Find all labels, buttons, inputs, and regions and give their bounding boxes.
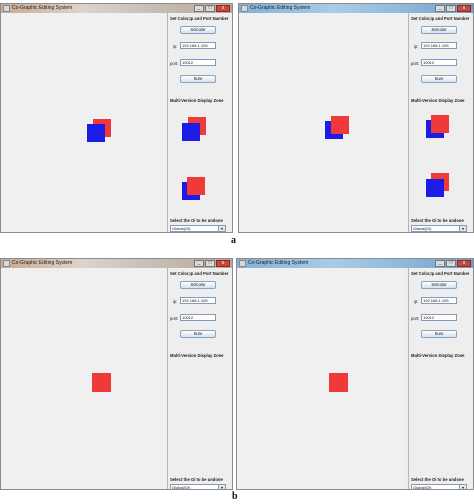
title-bar[interactable]: Co-Graphic Editing System _ □ x <box>1 259 232 268</box>
app-icon <box>241 5 248 12</box>
set-color-ip-port-title: Set Color,Ip and Port Number <box>170 271 229 276</box>
sure-button[interactable]: Sure <box>180 75 216 83</box>
dropdown-arrow-icon[interactable]: ▾ <box>218 226 225 231</box>
window-a-right: Co-Graphic Editing System _ □ x Set Colo… <box>238 3 474 233</box>
window-controls: _ □ x <box>194 260 230 267</box>
close-icon[interactable]: x <box>216 260 230 267</box>
title-bar[interactable]: Co-Graphic Editing System _ □ x <box>1 4 232 13</box>
set-color-ip-port-title: Set Color,Ip and Port Number <box>411 271 470 276</box>
port-label: port: <box>411 61 420 66</box>
multi-version-zone-title: Multi-Version Display Zone <box>170 98 224 103</box>
close-icon[interactable]: x <box>216 5 230 12</box>
maximize-icon[interactable]: □ <box>446 260 456 267</box>
app-icon <box>239 260 246 267</box>
title-bar[interactable]: Co-Graphic Editing System _ □ x <box>237 259 473 268</box>
ip-label: ip: <box>173 299 178 304</box>
window-title: Co-Graphic Editing System <box>12 5 73 11</box>
window-controls: _ □ x <box>435 5 471 12</box>
selcolor-button[interactable]: Selcolor <box>180 26 216 34</box>
select-oi-title: Select the Oi to be undone <box>170 218 223 223</box>
sure-button[interactable]: Sure <box>421 75 457 83</box>
multi-version-zone-title: Multi-Version Display Zone <box>411 353 465 358</box>
selcolor-button[interactable]: Selcolor <box>421 281 457 289</box>
port-label: port: <box>411 316 420 321</box>
window-b-right: Co-Graphic Editing System _ □ x Set Colo… <box>236 258 474 490</box>
port-input[interactable]: 10012 <box>180 314 216 321</box>
dropdown-arrow-icon[interactable]: ▾ <box>459 226 466 231</box>
blue-square-shape[interactable] <box>87 124 105 142</box>
control-panel: Set Color,Ip and Port Number Selcolor ip… <box>167 13 232 232</box>
sure-button[interactable]: Sure <box>180 330 216 338</box>
drawing-canvas[interactable] <box>1 13 169 232</box>
control-panel: Set Color,Ip and Port Number Selcolor ip… <box>408 13 473 232</box>
red-square-shape <box>431 115 449 133</box>
oi-select-value: Global(OI) <box>413 485 432 490</box>
window-a-left: Co-Graphic Editing System _ □ x Set Colo… <box>0 3 233 233</box>
maximize-icon[interactable]: □ <box>446 5 456 12</box>
control-panel: Set Color,Ip and Port Number Selcolor ip… <box>167 268 232 489</box>
caption-b: b <box>232 491 238 502</box>
oi-select-dropdown[interactable]: Global(OI) ▾ <box>170 484 226 490</box>
app-icon <box>3 260 10 267</box>
set-color-ip-port-title: Set Color,Ip and Port Number <box>170 16 229 21</box>
port-input[interactable]: 10012 <box>180 59 216 66</box>
window-title: Co-Graphic Editing System <box>248 260 309 266</box>
minimize-icon[interactable]: _ <box>194 260 204 267</box>
window-title: Co-Graphic Editing System <box>12 260 73 266</box>
control-panel: Set Color,Ip and Port Number Selcolor ip… <box>408 268 473 489</box>
set-color-ip-port-title: Set Color,Ip and Port Number <box>411 16 470 21</box>
port-label: port: <box>170 61 179 66</box>
multi-version-zone-title: Multi-Version Display Zone <box>411 98 465 103</box>
select-oi-title: Select the Oi to be undone <box>170 477 223 482</box>
maximize-icon[interactable]: □ <box>205 260 215 267</box>
select-oi-title: Select the Oi to be undone <box>411 477 464 482</box>
window-b-left: Co-Graphic Editing System _ □ x Set Colo… <box>0 258 233 490</box>
oi-select-value: Global(OI) <box>172 485 191 490</box>
oi-select-value: Global(OI) <box>172 226 191 231</box>
oi-select-value: Global(OI) <box>413 226 432 231</box>
sure-button[interactable]: Sure <box>421 330 457 338</box>
oi-select-dropdown[interactable]: Global(OI) ▾ <box>411 484 467 490</box>
port-label: port: <box>170 316 179 321</box>
port-input[interactable]: 10012 <box>421 314 457 321</box>
ip-input[interactable]: 192.168.1.105 <box>180 297 216 304</box>
drawing-canvas[interactable] <box>237 268 405 489</box>
ip-input[interactable]: 192.168.1.105 <box>180 42 216 49</box>
app-icon <box>3 5 10 12</box>
ip-input[interactable]: 192.168.1.105 <box>421 42 457 49</box>
selcolor-button[interactable]: Selcolor <box>180 281 216 289</box>
dropdown-arrow-icon[interactable]: ▾ <box>459 485 466 489</box>
oi-select-dropdown[interactable]: Global(OI) ▾ <box>411 225 467 232</box>
ip-label: ip: <box>173 44 178 49</box>
multi-version-zone-title: Multi-Version Display Zone <box>170 353 224 358</box>
drawing-canvas[interactable] <box>239 13 407 232</box>
maximize-icon[interactable]: □ <box>205 5 215 12</box>
ip-input[interactable]: 192.168.1.105 <box>421 297 457 304</box>
ip-label: ip: <box>414 299 419 304</box>
red-square-shape[interactable] <box>92 373 111 392</box>
dropdown-arrow-icon[interactable]: ▾ <box>218 485 225 489</box>
minimize-icon[interactable]: _ <box>435 260 445 267</box>
blue-square-shape <box>182 123 200 141</box>
red-square-shape <box>187 177 205 195</box>
port-input[interactable]: 10012 <box>421 59 457 66</box>
select-oi-title: Select the Oi to be undone <box>411 218 464 223</box>
close-icon[interactable]: x <box>457 5 471 12</box>
red-square-shape[interactable] <box>329 373 348 392</box>
red-square-shape[interactable] <box>331 116 349 134</box>
caption-a: a <box>231 235 236 246</box>
drawing-canvas[interactable] <box>1 268 169 489</box>
window-controls: _ □ x <box>194 5 230 12</box>
minimize-icon[interactable]: _ <box>435 5 445 12</box>
minimize-icon[interactable]: _ <box>194 5 204 12</box>
window-title: Co-Graphic Editing System <box>250 5 311 11</box>
title-bar[interactable]: Co-Graphic Editing System _ □ x <box>239 4 473 13</box>
close-icon[interactable]: x <box>457 260 471 267</box>
ip-label: ip: <box>414 44 419 49</box>
blue-square-shape <box>426 179 444 197</box>
oi-select-dropdown[interactable]: Global(OI) ▾ <box>170 225 226 232</box>
selcolor-button[interactable]: Selcolor <box>421 26 457 34</box>
window-controls: _ □ x <box>435 260 471 267</box>
